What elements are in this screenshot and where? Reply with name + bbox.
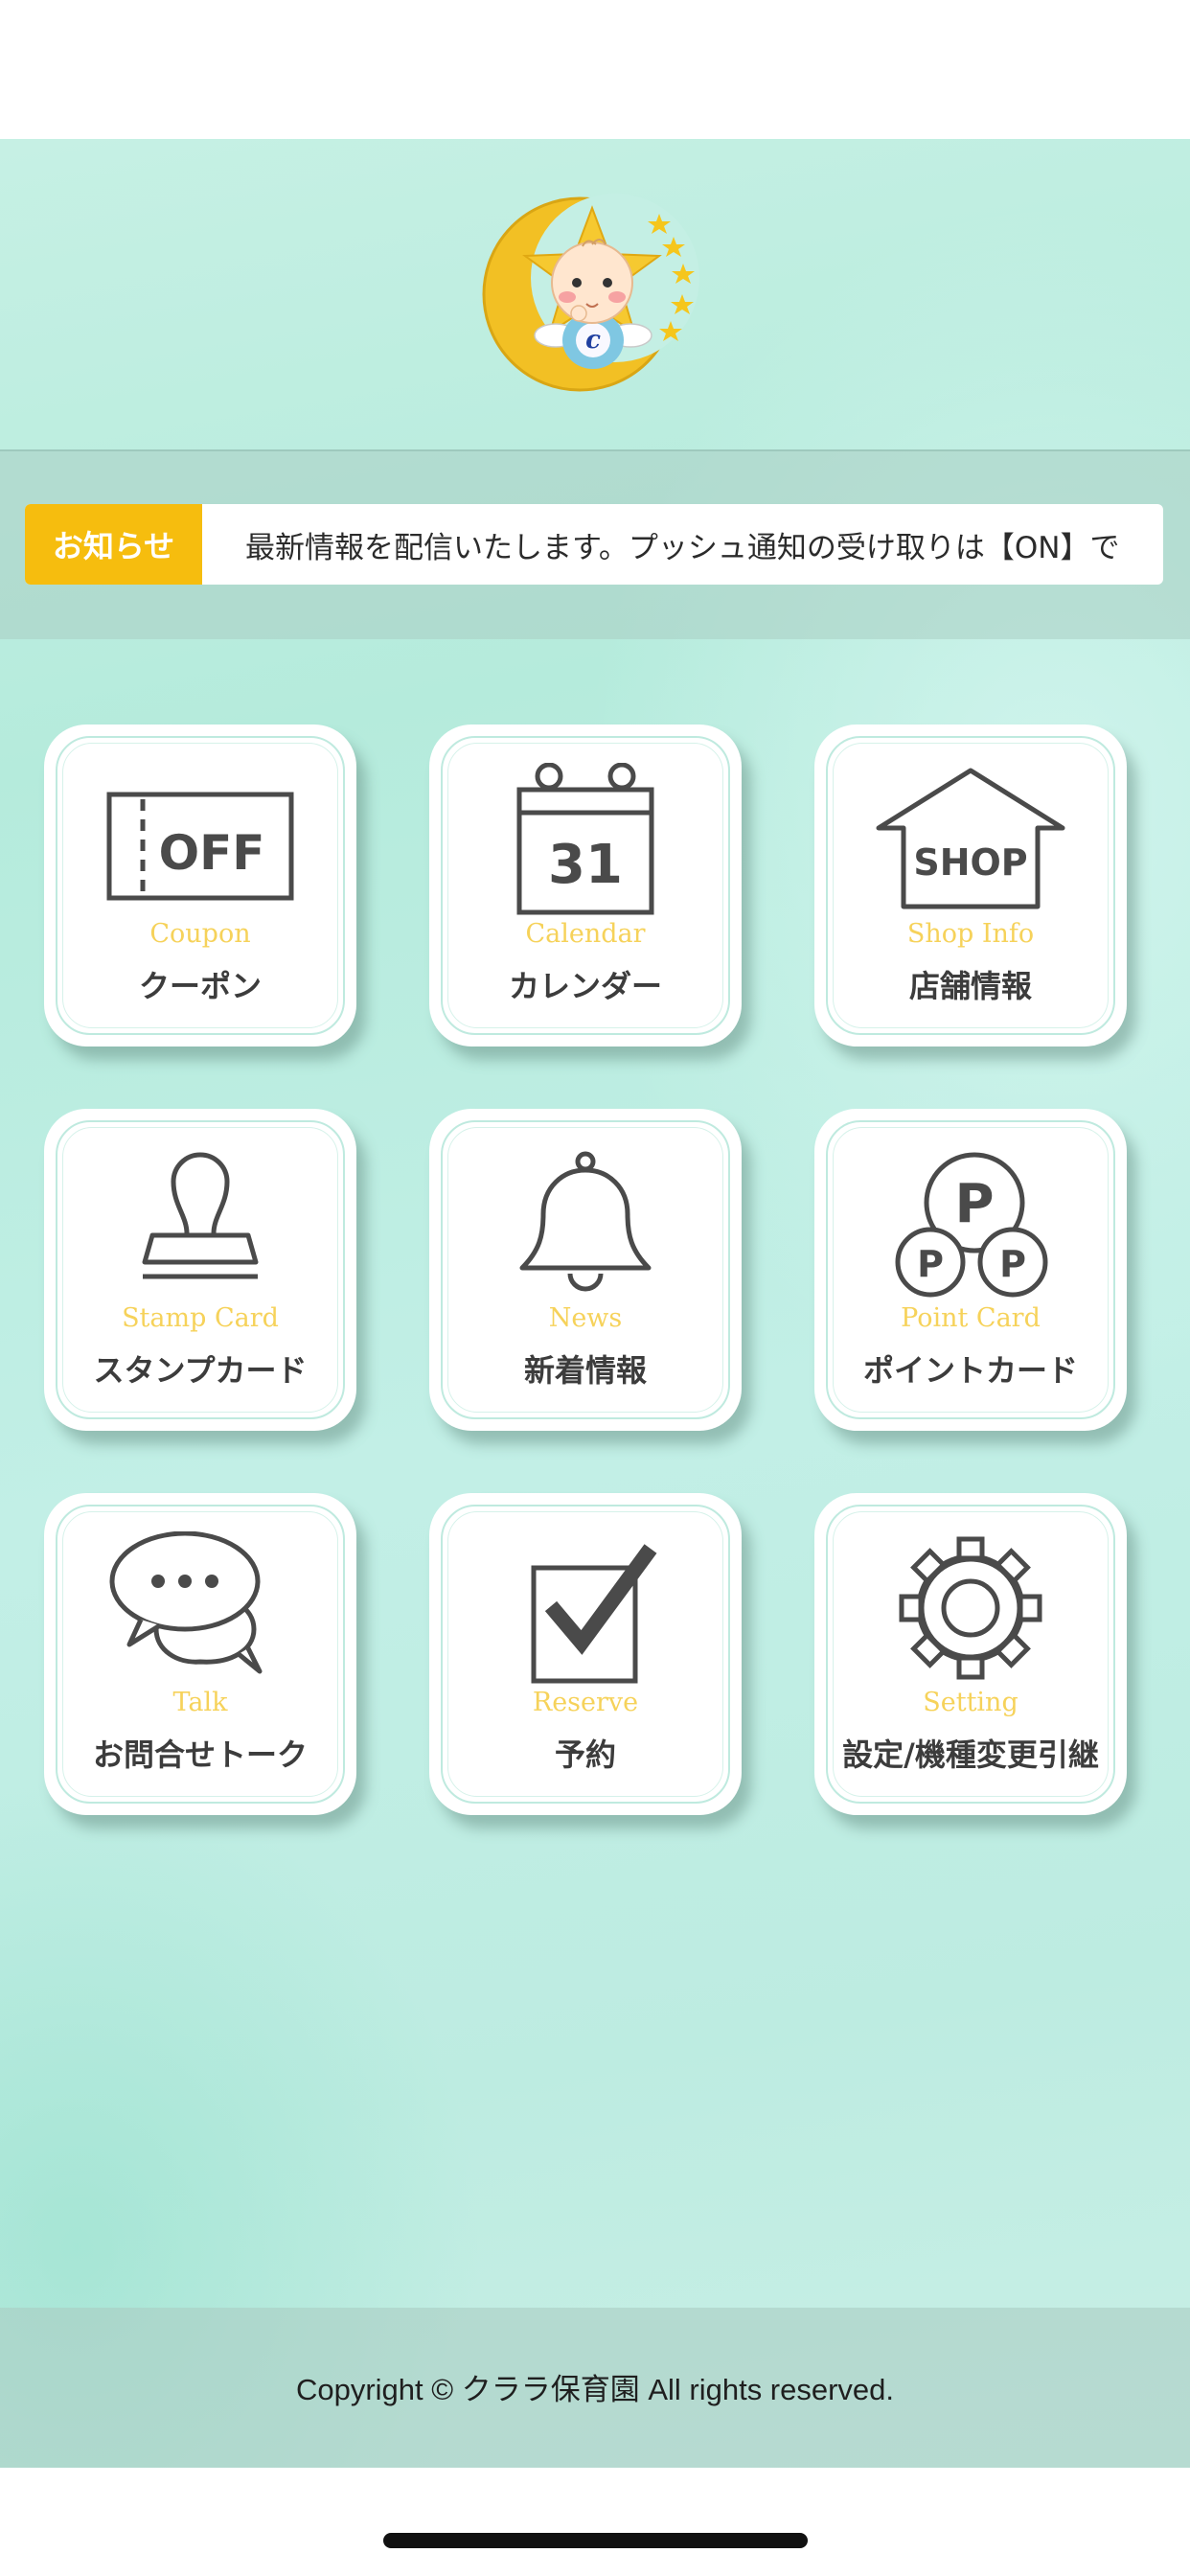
tile-jp-label: スタンプカード (93, 1352, 308, 1389)
baby-moon-logo[interactable]: c (479, 187, 709, 407)
tile-en-label: Point Card (901, 1303, 1041, 1333)
point-coins-icon: P P P (895, 1152, 1048, 1298)
tile-coupon[interactable]: OFF Coupon クーポン (44, 724, 356, 1046)
svg-text:OFF: OFF (159, 825, 265, 881)
tile-reserve[interactable]: Reserve 予約 (429, 1493, 742, 1815)
bell-icon (519, 1151, 652, 1292)
checkbox-icon (531, 1544, 657, 1684)
tile-jp-label: 設定/機種変更引継 (842, 1736, 1099, 1773)
news-message[interactable]: 最新情報を配信いたします。プッシュ通知の受け取りは【ON】で (202, 523, 1120, 566)
chat-bubbles-icon (109, 1531, 263, 1674)
svg-text:P: P (917, 1243, 944, 1285)
calendar-icon: 31 (516, 763, 654, 915)
tile-en-label: Coupon (149, 919, 251, 949)
tile-en-label: Stamp Card (122, 1303, 279, 1333)
tile-jp-label: 店舗情報 (908, 968, 1032, 1004)
svg-text:SHOP: SHOP (913, 841, 1027, 884)
shop-icon: SHOP (876, 768, 1065, 909)
svg-text:P: P (954, 1173, 994, 1235)
news-label: お知らせ (25, 504, 202, 585)
tile-en-label: News (548, 1303, 623, 1333)
tile-en-label: Reserve (532, 1688, 639, 1717)
tile-jp-label: ポイントカード (862, 1352, 1078, 1389)
tile-shop-info[interactable]: SHOP Shop Info 店舗情報 (814, 724, 1127, 1046)
tile-en-label: Calendar (525, 919, 646, 949)
tile-en-label: Shop Info (906, 919, 1035, 949)
svg-text:P: P (999, 1243, 1026, 1285)
tile-jp-label: 新着情報 (523, 1352, 647, 1389)
tile-point-card[interactable]: P P P Point Card ポイントカード (814, 1109, 1127, 1431)
tile-calendar[interactable]: 31 Calendar カレンダー (429, 724, 742, 1046)
tile-setting[interactable]: Setting 設定/機種変更引継 (814, 1493, 1127, 1815)
copyright-text: Copyright © クララ保育園 All rights reserved. (295, 2373, 895, 2406)
tile-talk[interactable]: Talk お問合せトーク (44, 1493, 356, 1815)
home-indicator[interactable] (383, 2533, 808, 2548)
tile-jp-label: クーポン (138, 968, 262, 1004)
tile-jp-label: カレンダー (508, 968, 662, 1004)
gear-icon (899, 1536, 1042, 1680)
svg-text:c: c (585, 326, 601, 355)
tile-news[interactable]: News 新着情報 (429, 1109, 742, 1431)
tile-stamp-card[interactable]: Stamp Card スタンプカード (44, 1109, 356, 1431)
coupon-off-icon: OFF (106, 792, 294, 901)
svg-text:31: 31 (548, 834, 623, 896)
news-ticker[interactable]: お知らせ 最新情報を配信いたします。プッシュ通知の受け取りは【ON】で (25, 504, 1163, 585)
tile-jp-label: お問合せトーク (92, 1736, 308, 1773)
tile-en-label: Talk (172, 1688, 228, 1717)
stamp-icon (142, 1152, 259, 1279)
tile-jp-label: 予約 (554, 1736, 616, 1773)
status-bar-area (0, 0, 1190, 139)
tile-en-label: Setting (923, 1688, 1018, 1717)
